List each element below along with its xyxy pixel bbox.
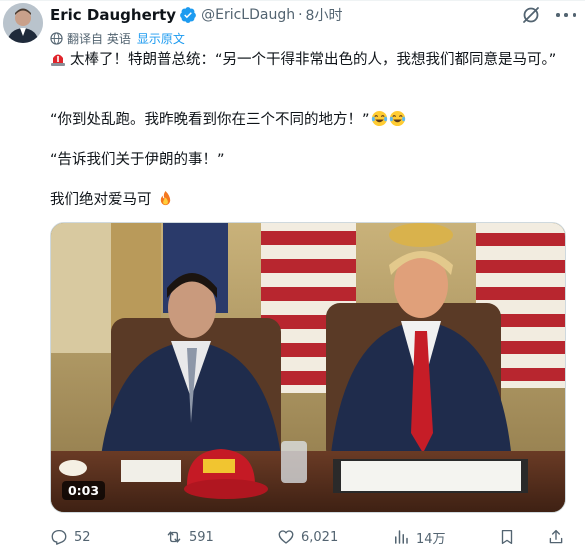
- more-dot-icon: [556, 13, 560, 17]
- action-bar: 52 591 6,021 14万: [50, 526, 580, 548]
- verified-badge-icon: [180, 7, 196, 23]
- author-handle[interactable]: @EricLDaugh: [201, 7, 295, 23]
- post-header: Eric Daugherty @EricLDaugh · 8小时: [50, 4, 342, 26]
- share-button[interactable]: [547, 526, 571, 548]
- share-icon: [549, 529, 563, 544]
- header-separator: ·: [298, 7, 303, 23]
- video-duration-badge: 0:03: [62, 481, 105, 500]
- heart-icon: [278, 530, 294, 544]
- bookmark-button[interactable]: [498, 526, 522, 548]
- video-thumbnail: [51, 223, 565, 512]
- like-count: 6,021: [301, 529, 339, 545]
- author-name[interactable]: Eric Daugherty: [50, 6, 176, 24]
- retweet-button[interactable]: 591: [165, 526, 214, 548]
- post-time[interactable]: 8小时: [306, 5, 343, 25]
- translated-from-label: 翻译自 英语: [67, 32, 131, 46]
- laughing-tears-emoji-icon: [371, 110, 387, 127]
- tweet-paragraph-4-text: 我们绝对爱马可: [50, 192, 152, 208]
- views-button[interactable]: 14万: [392, 526, 446, 548]
- tweet-paragraph-3: “告诉我们关于伊朗的事！”: [50, 150, 570, 171]
- top-divider: [0, 0, 585, 1]
- reply-button[interactable]: 52: [50, 526, 91, 548]
- globe-icon: [50, 32, 63, 45]
- tweet-paragraph-4: 我们绝对爱马可: [50, 190, 570, 211]
- tweet-paragraph-1: 太棒了！特朗普总统：“另一个干得非常出色的人，我想我们都同意是马可。”: [50, 50, 570, 71]
- view-count: 14万: [416, 531, 446, 547]
- like-button[interactable]: 6,021: [277, 526, 338, 548]
- more-dot-icon: [564, 13, 568, 17]
- retweet-count: 591: [189, 529, 214, 545]
- reply-count: 52: [74, 529, 91, 545]
- more-dot-icon: [572, 13, 576, 17]
- video-player[interactable]: [50, 222, 566, 513]
- show-original-link[interactable]: 显示原文: [137, 30, 185, 47]
- tweet-paragraph-2-text: “你到处乱跑。我昨晚看到你在三个不同的地方！”: [50, 112, 370, 128]
- fire-emoji-icon: [160, 190, 171, 206]
- laughing-tears-emoji-icon: [389, 110, 405, 127]
- bookmark-icon: [501, 529, 513, 545]
- views-chart-icon: [395, 530, 408, 544]
- reply-icon: [51, 529, 67, 545]
- tweet-paragraph-2: “你到处乱跑。我昨晚看到你在三个不同的地方！”: [50, 110, 570, 131]
- retweet-icon: [167, 531, 181, 543]
- siren-emoji-icon: [51, 54, 65, 66]
- grok-icon[interactable]: [521, 5, 541, 25]
- avatar[interactable]: [3, 3, 43, 43]
- translation-note: 翻译自 英语 显示原文: [50, 30, 185, 47]
- tweet-paragraph-1-text: 太棒了！特朗普总统：“另一个干得非常出色的人，我想我们都同意是马可。”: [70, 52, 557, 68]
- tweet-paragraph-3-text: “告诉我们关于伊朗的事！”: [50, 152, 225, 168]
- more-options-button[interactable]: [556, 7, 576, 23]
